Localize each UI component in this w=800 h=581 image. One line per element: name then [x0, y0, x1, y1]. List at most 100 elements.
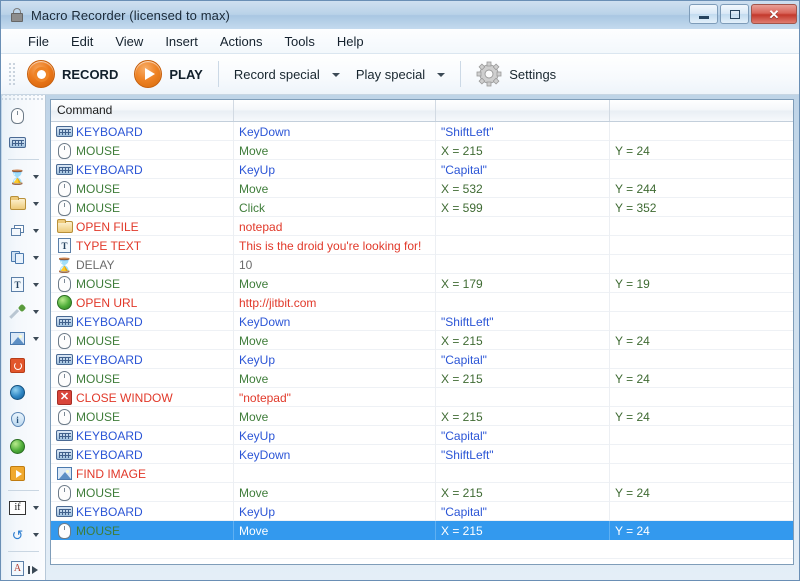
table-row[interactable]: MOUSEMoveX = 215Y = 24: [51, 369, 793, 388]
column-header-action[interactable]: [234, 100, 436, 121]
cell-action: Click: [234, 198, 436, 217]
minimize-icon: [699, 16, 709, 19]
sidebar-mouse-tool[interactable]: [2, 102, 45, 129]
menu-item-help[interactable]: Help: [326, 31, 375, 52]
menu-item-actions[interactable]: Actions: [209, 31, 274, 52]
sidebar-delay-tool[interactable]: ⌛: [2, 163, 45, 190]
cell-param2: [610, 236, 793, 255]
sidebar-if-tool[interactable]: if: [2, 494, 45, 521]
table-header: Command: [51, 100, 793, 122]
command-label: KEYBOARD: [76, 506, 143, 518]
command-label: FIND IMAGE: [76, 468, 146, 480]
toolbar-grip[interactable]: [7, 61, 15, 87]
table-row[interactable]: ✕CLOSE WINDOW"notepad": [51, 388, 793, 407]
maximize-button[interactable]: [720, 4, 749, 24]
chevron-down-icon[interactable]: [33, 202, 39, 206]
windows-icon: [8, 221, 27, 240]
table-row[interactable]: KEYBOARDKeyDown"ShiftLeft": [51, 312, 793, 331]
cell-param2: Y = 244: [610, 179, 793, 198]
sidebar-open-url-tool[interactable]: [2, 433, 45, 460]
cell-action: KeyDown: [234, 445, 436, 464]
cell-param1: [436, 217, 610, 236]
sidebar-keyboard-tool[interactable]: [2, 129, 45, 156]
sidebar-run-file-tool[interactable]: [2, 460, 45, 487]
chevron-down-icon[interactable]: [33, 283, 39, 287]
mouse-icon: [56, 484, 73, 501]
table-row[interactable]: KEYBOARDKeyUp"Capital": [51, 502, 793, 521]
keyboard-icon: [56, 503, 73, 520]
menu-item-view[interactable]: View: [104, 31, 154, 52]
record-special-button[interactable]: Record special: [226, 64, 348, 85]
sidebar-window-tool[interactable]: [2, 217, 45, 244]
table-row[interactable]: ⌛DELAY10: [51, 255, 793, 274]
sidebar-info-tool[interactable]: i: [2, 406, 45, 433]
chevron-down-icon[interactable]: [33, 337, 39, 341]
table-row[interactable]: MOUSEMoveX = 215Y = 24: [51, 141, 793, 160]
table-row[interactable]: KEYBOARDKeyUp"Capital": [51, 160, 793, 179]
sidebar-network-tool[interactable]: [2, 379, 45, 406]
menu-item-tools[interactable]: Tools: [273, 31, 325, 52]
table-row[interactable]: TTYPE TEXTThis is the droid you're looki…: [51, 236, 793, 255]
sidebar-find-image-tool[interactable]: [2, 325, 45, 352]
copy-icon: [8, 248, 27, 267]
chevron-down-icon[interactable]: [33, 229, 39, 233]
record-button[interactable]: RECORD: [19, 57, 126, 91]
table-row[interactable]: MOUSEMoveX = 215Y = 24: [51, 331, 793, 350]
cell-command: KEYBOARD: [51, 502, 234, 521]
column-header-param1[interactable]: [436, 100, 610, 121]
cell-command: MOUSE: [51, 407, 234, 426]
menu-item-file[interactable]: File: [17, 31, 60, 52]
window-title: Macro Recorder (licensed to max): [31, 8, 230, 23]
menu-item-edit[interactable]: Edit: [60, 31, 104, 52]
cell-command: KEYBOARD: [51, 445, 234, 464]
command-label: KEYBOARD: [76, 430, 143, 442]
table-row[interactable]: MOUSEMoveX = 215Y = 24: [51, 483, 793, 502]
column-header-param2[interactable]: [610, 100, 793, 121]
hourglass-icon: ⌛: [56, 256, 73, 273]
menu-item-insert[interactable]: Insert: [154, 31, 209, 52]
sidebar-color-picker-tool[interactable]: [2, 298, 45, 325]
table-row[interactable]: MOUSEMoveX = 532Y = 244: [51, 179, 793, 198]
chevron-down-icon[interactable]: [33, 533, 39, 537]
sidebar-loop-tool[interactable]: ↺: [2, 521, 45, 548]
play-special-button[interactable]: Play special: [348, 64, 453, 85]
folder-icon: [8, 194, 27, 213]
table-row[interactable]: MOUSEClickX = 599Y = 352: [51, 198, 793, 217]
table-row[interactable]: KEYBOARDKeyDown"ShiftLeft": [51, 445, 793, 464]
table-row[interactable]: KEYBOARDKeyUp"Capital": [51, 426, 793, 445]
cell-param2: [610, 255, 793, 274]
command-label: TYPE TEXT: [76, 240, 141, 252]
table-row[interactable]: MOUSEMoveX = 215Y = 24: [51, 407, 793, 426]
table-row[interactable]: OPEN FILEnotepad: [51, 217, 793, 236]
chevron-down-icon[interactable]: [33, 256, 39, 260]
loop-icon: ↺: [8, 525, 27, 544]
sidebar-clipboard-tool[interactable]: [2, 244, 45, 271]
cell-param1: X = 215: [436, 141, 610, 160]
sidebar-open-file-tool[interactable]: [2, 190, 45, 217]
play-button[interactable]: PLAY: [126, 57, 210, 91]
mouse-icon: [56, 370, 73, 387]
mouse-icon: [56, 275, 73, 292]
pipette-icon: [8, 302, 27, 321]
column-header-command[interactable]: Command: [51, 100, 234, 121]
globe-green-icon: [8, 437, 27, 456]
table-row[interactable]: MOUSEMoveX = 215Y = 24: [51, 521, 793, 540]
cell-command: OPEN FILE: [51, 217, 234, 236]
sidebar-divider: [8, 159, 39, 160]
table-row[interactable]: MOUSEMoveX = 179Y = 19: [51, 274, 793, 293]
cell-action: KeyUp: [234, 350, 436, 369]
chevron-down-icon[interactable]: [33, 175, 39, 179]
sidebar-grip[interactable]: [2, 95, 45, 102]
table-row[interactable]: KEYBOARDKeyDown"ShiftLeft": [51, 122, 793, 141]
chevron-down-icon[interactable]: [33, 506, 39, 510]
table-row[interactable]: KEYBOARDKeyUp"Capital": [51, 350, 793, 369]
sidebar-type-text-tool[interactable]: T: [2, 271, 45, 298]
minimize-button[interactable]: [689, 4, 718, 24]
table-row[interactable]: FIND IMAGE: [51, 464, 793, 483]
sidebar-shutdown-tool[interactable]: [2, 352, 45, 379]
chevron-down-icon[interactable]: [33, 310, 39, 314]
close-button[interactable]: ✕: [751, 4, 797, 24]
settings-button[interactable]: Settings: [468, 58, 564, 90]
table-row[interactable]: OPEN URLhttp://jitbit.com: [51, 293, 793, 312]
commands-table: Command KEYBOARDKeyDown"ShiftLeft"MOUSEM…: [50, 99, 794, 565]
